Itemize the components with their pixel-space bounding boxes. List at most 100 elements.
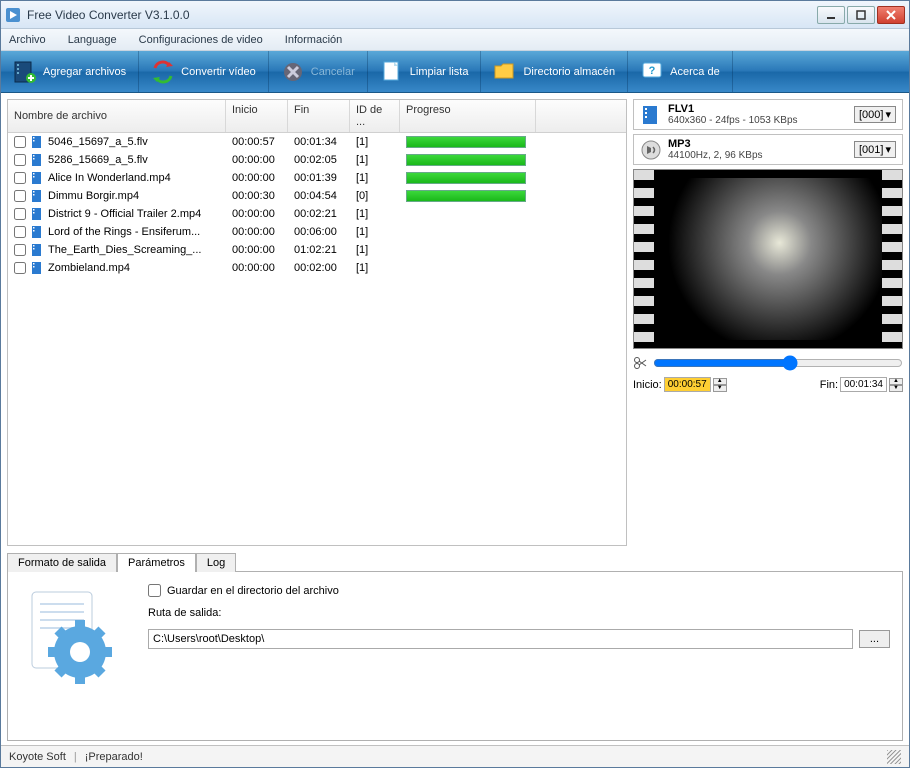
file-id: [0] bbox=[350, 189, 400, 203]
help-icon: ? bbox=[640, 60, 664, 84]
trim-start-spinner[interactable]: ▲▼ bbox=[713, 378, 727, 392]
video-format-icon bbox=[640, 104, 662, 126]
save-in-file-dir-checkbox[interactable] bbox=[148, 584, 161, 597]
about-button[interactable]: ? Acerca de bbox=[628, 51, 733, 92]
row-checkbox[interactable] bbox=[14, 154, 26, 166]
tab-parameters[interactable]: Parámetros bbox=[117, 553, 196, 572]
file-id: [1] bbox=[350, 171, 400, 185]
file-id: [1] bbox=[350, 135, 400, 149]
file-name: Zombieland.mp4 bbox=[48, 262, 130, 274]
menu-videoconfig[interactable]: Configuraciones de video bbox=[139, 34, 263, 46]
progress-bar bbox=[406, 190, 526, 202]
video-format-box: FLV1 640x360 - 24fps - 1053 KBps [000]▾ bbox=[633, 99, 903, 130]
row-checkbox[interactable] bbox=[14, 190, 26, 202]
file-table: Nombre de archivo Inicio Fin ID de ... P… bbox=[8, 100, 626, 545]
tab-strip: Formato de salida Parámetros Log bbox=[7, 552, 903, 571]
trim-end-value[interactable]: 00:01:34 bbox=[840, 377, 887, 392]
menu-file[interactable]: Archivo bbox=[9, 34, 46, 46]
folder-icon bbox=[493, 60, 517, 84]
trim-slider[interactable] bbox=[653, 355, 903, 371]
minimize-button[interactable] bbox=[817, 6, 845, 24]
menu-info[interactable]: Información bbox=[285, 34, 342, 46]
file-start: 00:00:00 bbox=[226, 207, 288, 221]
cancel-label: Cancelar bbox=[311, 66, 355, 78]
tab-output-format[interactable]: Formato de salida bbox=[7, 553, 117, 572]
trim-end-spinner[interactable]: ▲▼ bbox=[889, 378, 903, 392]
cancel-button[interactable]: Cancelar bbox=[269, 51, 368, 92]
trim-start-value[interactable]: 00:00:57 bbox=[664, 377, 711, 392]
file-table-header: Nombre de archivo Inicio Fin ID de ... P… bbox=[8, 100, 626, 133]
video-file-icon bbox=[30, 135, 44, 149]
add-files-label: Agregar archivos bbox=[43, 66, 126, 78]
table-row[interactable]: Lord of the Rings - Ensiferum...00:00:00… bbox=[8, 223, 626, 241]
file-end: 00:02:05 bbox=[288, 153, 350, 167]
file-start: 00:00:00 bbox=[226, 153, 288, 167]
table-row[interactable]: The_Earth_Dies_Screaming_...00:00:0001:0… bbox=[8, 241, 626, 259]
file-name: The_Earth_Dies_Screaming_... bbox=[48, 244, 201, 256]
file-progress-cell bbox=[400, 213, 536, 215]
table-row[interactable]: 5046_15697_a_5.flv00:00:5700:01:34[1] bbox=[8, 133, 626, 151]
video-file-icon bbox=[30, 171, 44, 185]
file-progress-cell bbox=[400, 135, 536, 149]
row-checkbox[interactable] bbox=[14, 244, 26, 256]
table-row[interactable]: Zombieland.mp400:00:0000:02:00[1] bbox=[8, 259, 626, 277]
titlebar: Free Video Converter V3.1.0.0 bbox=[1, 1, 909, 29]
tab-log[interactable]: Log bbox=[196, 553, 236, 572]
clear-list-button[interactable]: Limpiar lista bbox=[368, 51, 482, 92]
row-checkbox[interactable] bbox=[14, 262, 26, 274]
maximize-button[interactable] bbox=[847, 6, 875, 24]
col-header-end[interactable]: Fin bbox=[288, 100, 350, 132]
file-name: Lord of the Rings - Ensiferum... bbox=[48, 226, 200, 238]
cancel-icon bbox=[281, 60, 305, 84]
video-format-sub: 640x360 - 24fps - 1053 KBps bbox=[668, 115, 848, 126]
video-file-icon bbox=[30, 153, 44, 167]
trim-slider-row bbox=[633, 353, 903, 373]
resize-grip[interactable] bbox=[887, 750, 901, 764]
output-path-label: Ruta de salida: bbox=[148, 607, 890, 619]
svg-text:?: ? bbox=[649, 65, 656, 77]
col-header-id[interactable]: ID de ... bbox=[350, 100, 400, 132]
file-end: 00:01:34 bbox=[288, 135, 350, 149]
lower-panel: Formato de salida Parámetros Log bbox=[7, 552, 903, 741]
add-files-button[interactable]: Agregar archivos bbox=[1, 51, 139, 92]
convert-button[interactable]: Convertir vídeo bbox=[139, 51, 269, 92]
close-button[interactable] bbox=[877, 6, 905, 24]
video-preview[interactable] bbox=[633, 169, 903, 349]
tab-body-parameters: Guardar en el directorio del archivo Rut… bbox=[7, 571, 903, 741]
output-dir-button[interactable]: Directorio almacén bbox=[481, 51, 628, 92]
progress-bar bbox=[406, 154, 526, 166]
col-header-name[interactable]: Nombre de archivo bbox=[8, 100, 226, 132]
table-row[interactable]: 5286_15669_a_5.flv00:00:0000:02:05[1] bbox=[8, 151, 626, 169]
file-table-body: 5046_15697_a_5.flv00:00:5700:01:34[1]528… bbox=[8, 133, 626, 277]
film-strip-left bbox=[634, 170, 654, 348]
app-icon bbox=[5, 7, 21, 23]
menu-language[interactable]: Language bbox=[68, 34, 117, 46]
audio-format-selector[interactable]: [001]▾ bbox=[854, 141, 896, 158]
row-checkbox[interactable] bbox=[14, 208, 26, 220]
row-checkbox[interactable] bbox=[14, 172, 26, 184]
file-id: [1] bbox=[350, 261, 400, 275]
table-row[interactable]: District 9 - Official Trailer 2.mp400:00… bbox=[8, 205, 626, 223]
file-start: 00:00:57 bbox=[226, 135, 288, 149]
file-name: Dimmu Borgir.mp4 bbox=[48, 190, 139, 202]
status-message: ¡Preparado! bbox=[85, 751, 143, 763]
table-row[interactable]: Alice In Wonderland.mp400:00:0000:01:39[… bbox=[8, 169, 626, 187]
preview-frame bbox=[654, 178, 882, 340]
main-area: Nombre de archivo Inicio Fin ID de ... P… bbox=[1, 93, 909, 552]
video-format-title: FLV1 bbox=[668, 103, 848, 115]
row-checkbox[interactable] bbox=[14, 136, 26, 148]
file-end: 00:02:00 bbox=[288, 261, 350, 275]
output-path-input[interactable] bbox=[148, 629, 853, 649]
video-format-selector[interactable]: [000]▾ bbox=[854, 106, 896, 123]
table-row[interactable]: Dimmu Borgir.mp400:00:3000:04:54[0] bbox=[8, 187, 626, 205]
row-checkbox[interactable] bbox=[14, 226, 26, 238]
audio-format-sub: 44100Hz, 2, 96 KBps bbox=[668, 150, 848, 161]
browse-button[interactable]: ... bbox=[859, 630, 890, 648]
file-start: 00:00:00 bbox=[226, 171, 288, 185]
col-header-start[interactable]: Inicio bbox=[226, 100, 288, 132]
file-end: 01:02:21 bbox=[288, 243, 350, 257]
window-title: Free Video Converter V3.1.0.0 bbox=[27, 8, 817, 22]
col-header-progress[interactable]: Progreso bbox=[400, 100, 536, 132]
about-label: Acerca de bbox=[670, 66, 720, 78]
video-file-icon bbox=[30, 207, 44, 221]
